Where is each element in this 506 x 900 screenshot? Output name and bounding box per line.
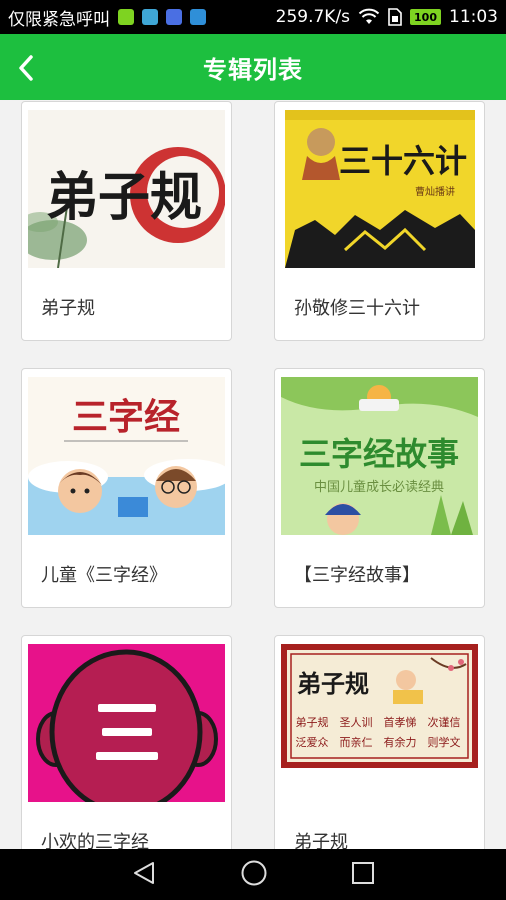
carrier-text: 仅限紧急呼叫: [8, 9, 110, 30]
album-grid: 弟子规 弟子规 三十六计 曹灿播讲 孙敬修三十六计 三字经 儿童《三字经》 三字…: [0, 100, 506, 849]
album-title: 小欢的三字经: [41, 832, 149, 849]
cover-word: 有余力: [384, 735, 417, 749]
cover-text: 弟子规: [297, 669, 369, 698]
album-title: 孙敬修三十六计: [294, 298, 420, 319]
cover-text: 弟子规: [46, 167, 202, 228]
cover-word: 则学文: [428, 735, 461, 749]
cover-caption: 曹灿播讲: [415, 185, 455, 198]
album-cover: 弟子规: [28, 110, 225, 268]
cover-word: 次谨信: [428, 715, 461, 729]
album-cover: 三十六计 曹灿播讲: [285, 110, 475, 268]
app-bar: 专辑列表: [0, 34, 506, 100]
album-cover: 弟子规 弟子规 圣人训 首孝悌 次谨信 泛爱众 而亲仁 有余力 则学文: [281, 644, 478, 768]
page-title: 专辑列表: [203, 55, 303, 84]
app-notification-icon: [166, 9, 182, 25]
cover-text: 三字经: [72, 396, 180, 438]
album-title: 儿童《三字经》: [41, 565, 167, 586]
cover-word: 泛爱众: [296, 736, 329, 749]
cover-text: 三十六计: [339, 142, 467, 180]
album-card[interactable]: 三十六计 曹灿播讲 孙敬修三十六计: [274, 101, 485, 341]
cover-word: 而亲仁: [340, 735, 373, 749]
cover-text: 三字经故事: [299, 435, 459, 473]
cover-word: 首孝悌: [384, 715, 417, 729]
wechat-notification-icon: [118, 9, 134, 25]
album-cover: 三字经: [28, 377, 225, 535]
system-nav-bar: [0, 849, 506, 900]
battery-icon: 100: [410, 9, 441, 25]
album-cover: 三字经故事 中国儿童成长必读经典: [281, 377, 478, 535]
album-card[interactable]: 三 小欢的三字经: [21, 635, 232, 849]
nav-recents-button[interactable]: [351, 861, 375, 889]
chat-notification-icon: [142, 9, 158, 25]
battery-level: 100: [414, 10, 437, 24]
album-title: 弟子规: [41, 298, 95, 319]
album-cover: 三: [28, 644, 225, 802]
album-card[interactable]: 弟子规 弟子规: [21, 101, 232, 341]
cover-word: 圣人训: [340, 716, 373, 729]
nav-home-button[interactable]: [240, 859, 268, 891]
network-speed: 259.7K/s: [275, 7, 351, 27]
square-recents-icon: [351, 861, 374, 884]
triangle-back-icon: [134, 861, 155, 884]
chevron-left-icon: [19, 55, 33, 81]
wifi-icon: [358, 8, 380, 24]
image-notification-icon: [190, 9, 206, 25]
album-card[interactable]: 三字经 儿童《三字经》: [21, 368, 232, 608]
album-card[interactable]: 三字经故事 中国儿童成长必读经典 【三字经故事】: [274, 368, 485, 608]
cover-caption: 中国儿童成长必读经典: [314, 479, 444, 495]
back-button[interactable]: [6, 48, 46, 88]
nav-back-button[interactable]: [131, 860, 157, 890]
status-bar: 仅限紧急呼叫 259.7K/s 100 11:03: [0, 0, 506, 34]
circle-home-icon: [241, 860, 267, 885]
album-title: 【三字经故事】: [294, 565, 420, 586]
clock: 11:03: [449, 7, 498, 27]
cover-word: 弟子规: [296, 715, 329, 729]
sim-icon: [388, 8, 402, 26]
album-card[interactable]: 弟子规 弟子规 圣人训 首孝悌 次谨信 泛爱众 而亲仁 有余力 则学文 弟子规: [274, 635, 485, 849]
album-title: 弟子规: [294, 832, 348, 849]
